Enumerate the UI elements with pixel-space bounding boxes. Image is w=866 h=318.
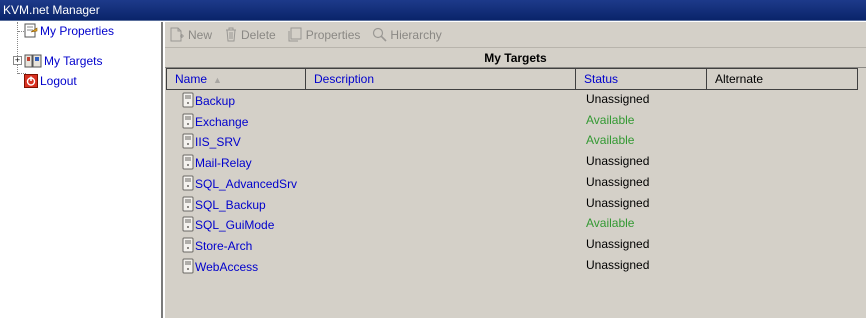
delete-icon <box>226 27 237 42</box>
column-header-label: Status <box>584 72 619 86</box>
target-name-link[interactable]: SQL_Backup <box>182 196 266 212</box>
properties-icon <box>24 23 38 38</box>
target-name: WebAccess <box>195 259 259 274</box>
delete-button[interactable]: Delete <box>224 27 276 42</box>
target-name-link[interactable]: Store-Arch <box>182 237 252 253</box>
target-name: Mail-Relay <box>195 156 252 171</box>
sidebar-item-label: Logout <box>40 74 77 88</box>
target-status: Available <box>586 112 635 127</box>
target-name-link[interactable]: SQL_GuiMode <box>182 216 274 232</box>
sort-ascending-icon: ▲ <box>213 75 222 85</box>
server-icon <box>182 154 194 170</box>
target-status: Available <box>586 216 635 231</box>
delete-label: Delete <box>241 27 276 42</box>
target-name-link[interactable]: IIS_SRV <box>182 133 241 149</box>
server-icon <box>182 216 194 232</box>
table-row[interactable]: SQL_AdvancedSrv Unassigned <box>165 175 866 196</box>
column-header-label: Name <box>175 72 208 86</box>
target-name: Backup <box>195 94 236 108</box>
target-name: SQL_Backup <box>195 197 266 212</box>
column-header-label: Alternate <box>715 72 764 86</box>
server-icon <box>182 113 194 129</box>
target-status: Available <box>586 133 635 148</box>
sidebar-item-my-targets[interactable]: My Targets <box>24 52 102 70</box>
target-name: Exchange <box>195 114 249 129</box>
table-row[interactable]: Mail-Relay Unassigned <box>165 154 866 175</box>
table-row[interactable]: Exchange Available <box>165 113 866 134</box>
server-icon <box>182 133 194 149</box>
sidebar-item-label: My Properties <box>40 24 115 38</box>
app-title-bar: KVM.net Manager <box>0 0 866 21</box>
target-status: Unassigned <box>586 257 650 272</box>
properties-button[interactable]: Properties <box>288 27 361 42</box>
column-header-label: Description <box>314 72 375 86</box>
target-status: Unassigned <box>586 236 650 251</box>
server-icon <box>182 196 194 211</box>
tree-connector <box>17 22 18 74</box>
target-status: Unassigned <box>586 195 650 210</box>
properties-icon <box>288 27 302 42</box>
panel-title: My Targets <box>165 49 866 68</box>
toolbar: New Delete Properties Hierarchy <box>165 22 866 48</box>
target-status: Unassigned <box>586 154 650 169</box>
column-header-status[interactable]: Status <box>576 69 707 89</box>
server-icon <box>182 258 194 274</box>
column-header-description[interactable]: Description <box>306 69 576 89</box>
target-status: Unassigned <box>586 174 650 189</box>
new-label: New <box>188 27 213 42</box>
new-button[interactable]: New <box>169 27 212 42</box>
target-name-link[interactable]: Mail-Relay <box>182 154 252 170</box>
app-title: KVM.net Manager <box>3 3 100 17</box>
server-icon <box>182 237 194 253</box>
expand-toggle[interactable]: + <box>13 56 22 65</box>
navigation-tree: My Properties + My Targets Logout <box>0 22 163 318</box>
target-name: Store-Arch <box>195 238 253 253</box>
main-panel: New Delete Properties Hierarchy My Targe… <box>165 22 866 318</box>
magnifier-icon <box>373 27 387 42</box>
column-header-alternate[interactable]: Alternate <box>707 69 857 89</box>
target-name: SQL_AdvancedSrv <box>195 176 298 191</box>
target-status: Unassigned <box>586 92 650 106</box>
target-name: SQL_GuiMode <box>195 218 275 233</box>
table-row[interactable]: IIS_SRV Available <box>165 133 866 154</box>
target-name-link[interactable]: Backup <box>182 92 235 108</box>
target-name: IIS_SRV <box>195 135 241 150</box>
table-row[interactable]: Store-Arch Unassigned <box>165 237 866 258</box>
target-name-link[interactable]: Exchange <box>182 113 248 129</box>
target-name-link[interactable]: WebAccess <box>182 258 258 274</box>
table-row[interactable]: Backup Unassigned <box>165 92 866 113</box>
target-name-link[interactable]: SQL_AdvancedSrv <box>182 175 297 191</box>
server-icon <box>182 92 194 108</box>
table-header: Name ▲ Description Status Alternate <box>166 68 858 90</box>
sidebar-item-logout[interactable]: Logout <box>24 72 77 90</box>
hierarchy-button[interactable]: Hierarchy <box>372 27 442 42</box>
server-icon <box>182 175 194 191</box>
sidebar-item-label: My Targets <box>44 54 103 68</box>
targets-icon <box>24 54 42 68</box>
table-row[interactable]: SQL_GuiMode Available <box>165 216 866 237</box>
column-header-name[interactable]: Name ▲ <box>167 69 306 89</box>
new-icon <box>170 27 184 42</box>
table-row[interactable]: WebAccess Unassigned <box>165 258 866 279</box>
properties-label: Properties <box>305 27 361 42</box>
logout-icon <box>24 74 38 88</box>
hierarchy-label: Hierarchy <box>390 27 442 42</box>
sidebar-item-my-properties[interactable]: My Properties <box>24 22 114 40</box>
table-row[interactable]: SQL_Backup Unassigned <box>165 196 866 217</box>
